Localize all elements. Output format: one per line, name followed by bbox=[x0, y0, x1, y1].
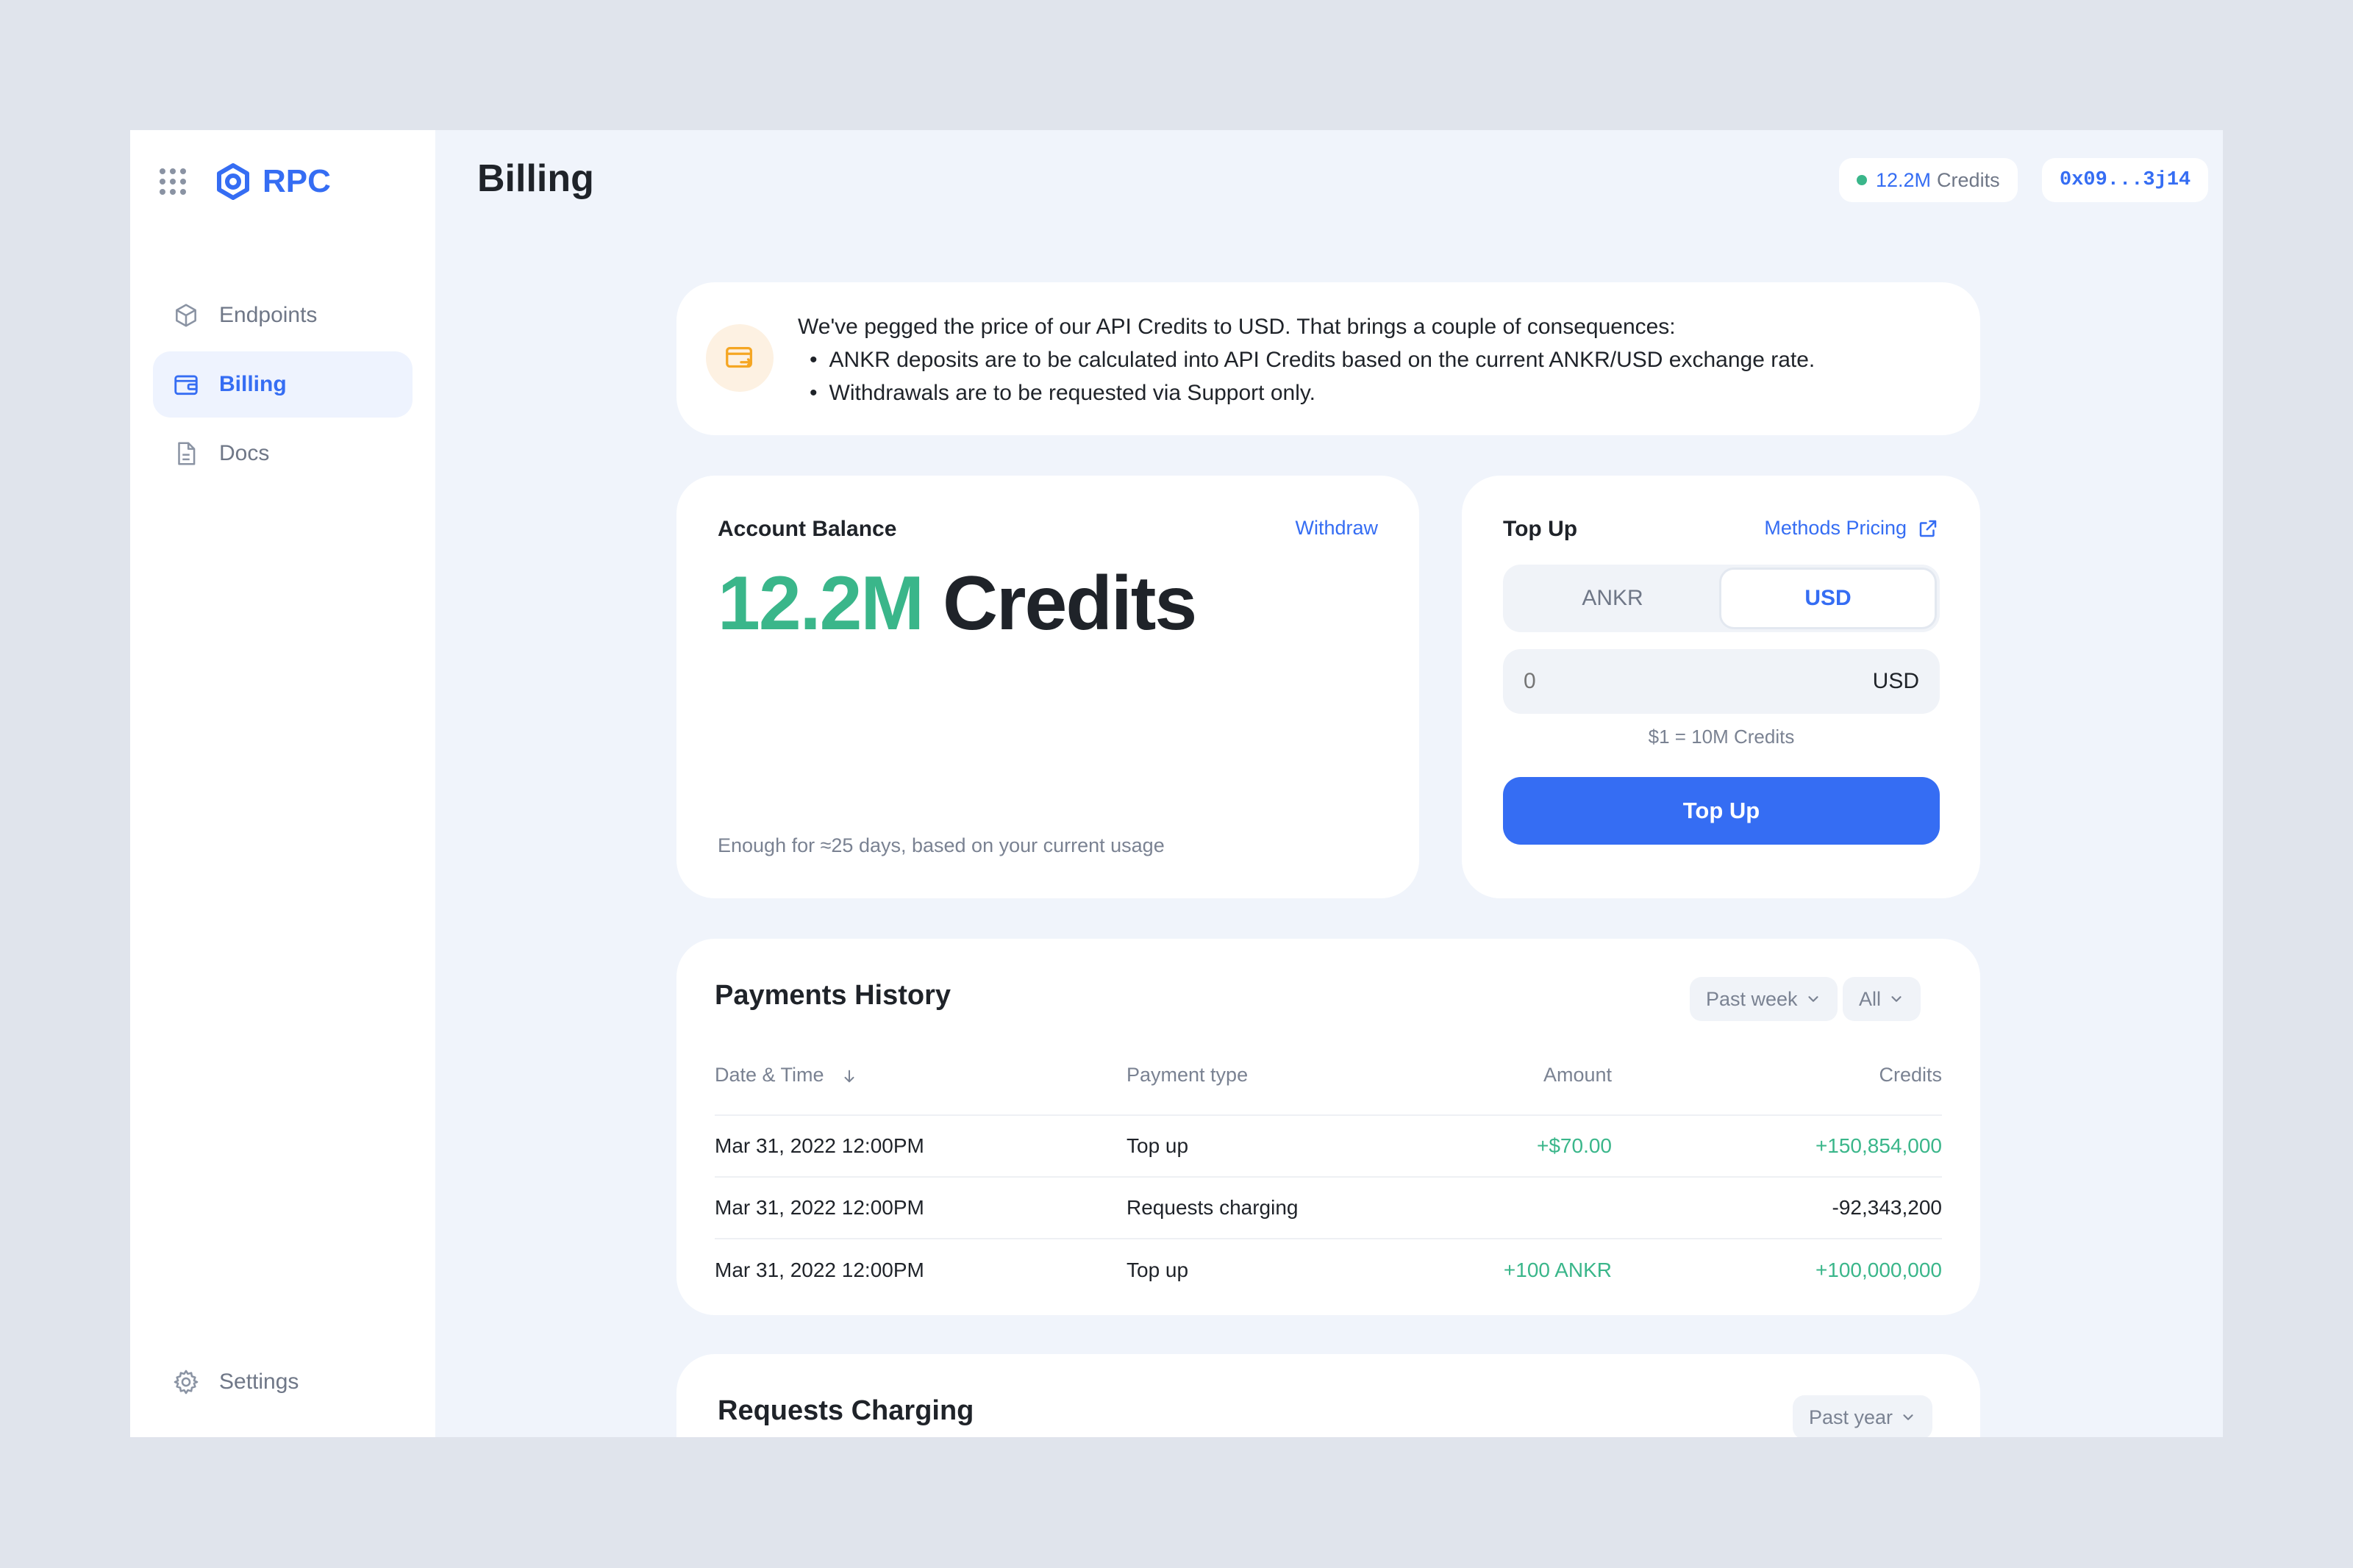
balance-number: 12.2M bbox=[718, 561, 924, 646]
payments-table: Date & Time Payment type Amount Credits … bbox=[715, 1064, 1942, 1300]
charging-period-dropdown[interactable]: Past year bbox=[1793, 1395, 1933, 1437]
charging-period-label: Past year bbox=[1809, 1406, 1893, 1428]
notice-intro: We've pegged the price of our API Credit… bbox=[798, 315, 1676, 339]
balance-amount: 12.2M Credits bbox=[718, 560, 1197, 648]
chevron-down-icon bbox=[1891, 996, 1902, 1002]
balance-hint: Enough for ≈25 days, based on your curre… bbox=[718, 834, 1165, 856]
sidebar-item-label: Billing bbox=[219, 372, 287, 396]
requests-charging-title: Requests Charging bbox=[718, 1395, 974, 1426]
amount-currency: USD bbox=[1872, 669, 1919, 693]
rpc-logo-icon bbox=[217, 163, 249, 200]
account-balance-label: Account Balance bbox=[718, 517, 897, 541]
top-up-label: Top Up bbox=[1503, 517, 1578, 541]
chevron-down-icon bbox=[1903, 1414, 1913, 1420]
sidebar-item-settings[interactable]: Settings bbox=[153, 1349, 413, 1415]
currency-option-usd[interactable]: USD bbox=[1719, 568, 1937, 629]
withdraw-link[interactable]: Withdraw bbox=[1295, 517, 1378, 540]
sort-arrow-down-icon bbox=[844, 1070, 854, 1083]
column-header-date[interactable]: Date & Time bbox=[715, 1064, 1126, 1115]
type-filter-label: All bbox=[1859, 987, 1882, 1010]
cell-type: Requests charging bbox=[1126, 1176, 1421, 1239]
wallet-address-button[interactable]: 0x09...3j14 bbox=[2042, 158, 2209, 202]
sidebar-item-endpoints[interactable]: Endpoints bbox=[153, 282, 413, 348]
cell-date: Mar 31, 2022 12:00PM bbox=[715, 1238, 1126, 1300]
cell-credits: +150,854,000 bbox=[1612, 1114, 1942, 1177]
cell-amount: +100 ANKR bbox=[1421, 1238, 1612, 1300]
sidebar-nav: Endpoints Billing Docs bbox=[153, 282, 413, 490]
balance-unit: Credits bbox=[942, 561, 1197, 646]
cell-credits: -92,343,200 bbox=[1612, 1176, 1942, 1239]
sidebar-item-label: Settings bbox=[219, 1370, 299, 1394]
column-header-type: Payment type bbox=[1126, 1064, 1249, 1086]
payments-history-title: Payments History bbox=[715, 980, 951, 1011]
apps-grid-icon[interactable] bbox=[160, 168, 186, 195]
sidebar-item-billing[interactable]: Billing bbox=[153, 351, 413, 418]
type-filter-dropdown[interactable]: All bbox=[1843, 977, 1921, 1021]
gear-icon bbox=[174, 1370, 199, 1395]
cell-amount bbox=[1421, 1176, 1612, 1239]
logo-text: RPC bbox=[263, 163, 331, 199]
exchange-rate: $1 = 10M Credits bbox=[1648, 726, 1795, 748]
cell-credits: +100,000,000 bbox=[1612, 1238, 1942, 1300]
credits-badge[interactable]: 12.2M Credits bbox=[1839, 158, 2018, 202]
column-header-credits: Credits bbox=[1879, 1064, 1942, 1086]
column-header-label: Date & Time bbox=[715, 1064, 824, 1086]
cell-amount: +$70.00 bbox=[1421, 1114, 1612, 1177]
sidebar-item-docs[interactable]: Docs bbox=[153, 420, 413, 487]
cell-type: Top up bbox=[1126, 1114, 1421, 1177]
status-dot bbox=[1857, 175, 1867, 185]
column-header-amount: Amount bbox=[1543, 1064, 1612, 1086]
document-icon bbox=[178, 442, 196, 465]
table-row[interactable]: Mar 31, 2022 12:00PM Top up +100 ANKR +1… bbox=[715, 1238, 1942, 1300]
logo[interactable]: RPC bbox=[214, 162, 331, 201]
table-row[interactable]: Mar 31, 2022 12:00PM Top up +$70.00 +150… bbox=[715, 1114, 1942, 1177]
credits-badge-label: Credits bbox=[1937, 168, 2000, 191]
methods-pricing-link[interactable]: Methods Pricing bbox=[1764, 517, 1939, 540]
table-row[interactable]: Mar 31, 2022 12:00PM Requests charging -… bbox=[715, 1176, 1942, 1239]
credits-badge-amount: 12.2M bbox=[1876, 168, 1932, 191]
cell-date: Mar 31, 2022 12:00PM bbox=[715, 1176, 1126, 1239]
cell-date: Mar 31, 2022 12:00PM bbox=[715, 1114, 1126, 1177]
cell-type: Top up bbox=[1126, 1238, 1421, 1300]
amount-field: USD bbox=[1503, 649, 1940, 714]
brand: RPC bbox=[160, 162, 331, 201]
notice-list: ANKR deposits are to be calculated into … bbox=[810, 343, 1815, 409]
notice-text: We've pegged the price of our API Credit… bbox=[798, 310, 1815, 409]
currency-option-ankr[interactable]: ANKR bbox=[1506, 568, 1719, 629]
period-filter-label: Past week bbox=[1706, 987, 1798, 1010]
top-up-card: Top Up Methods Pricing ANKR USD USD $1 =… bbox=[1462, 476, 1980, 898]
account-balance-card: Account Balance Withdraw 12.2M Credits E… bbox=[676, 476, 1419, 898]
notice-bullet: ANKR deposits are to be calculated into … bbox=[810, 343, 1815, 376]
exchange-card-icon bbox=[706, 324, 774, 392]
sidebar-item-label: Docs bbox=[219, 441, 270, 465]
external-link-icon bbox=[1919, 520, 1937, 537]
cube-icon bbox=[176, 304, 196, 327]
requests-charging-card: Requests Charging Past year bbox=[676, 1354, 1980, 1437]
notice-card: We've pegged the price of our API Credit… bbox=[676, 282, 1980, 435]
wallet-icon bbox=[174, 375, 198, 395]
page-title: Billing bbox=[477, 157, 594, 200]
sidebar-item-label: Endpoints bbox=[219, 303, 318, 327]
sidebar-bottom: Settings bbox=[153, 1349, 413, 1418]
amount-input[interactable] bbox=[1524, 669, 1873, 694]
chevron-down-icon bbox=[1807, 996, 1818, 1002]
payments-history-card: Payments History Past week All Date & Ti… bbox=[676, 939, 1980, 1315]
period-filter-dropdown[interactable]: Past week bbox=[1690, 977, 1838, 1021]
table-header-row: Date & Time Payment type Amount Credits bbox=[715, 1064, 1942, 1115]
sidebar: RPC Endpoints Billing Docs Settings bbox=[130, 130, 435, 1437]
top-up-button[interactable]: Top Up bbox=[1503, 777, 1940, 845]
currency-switcher: ANKR USD bbox=[1503, 565, 1940, 632]
app-window: RPC Endpoints Billing Docs Settings Bill… bbox=[130, 130, 2223, 1437]
notice-bullet: Withdrawals are to be requested via Supp… bbox=[810, 376, 1815, 409]
methods-pricing-label: Methods Pricing bbox=[1764, 517, 1907, 539]
